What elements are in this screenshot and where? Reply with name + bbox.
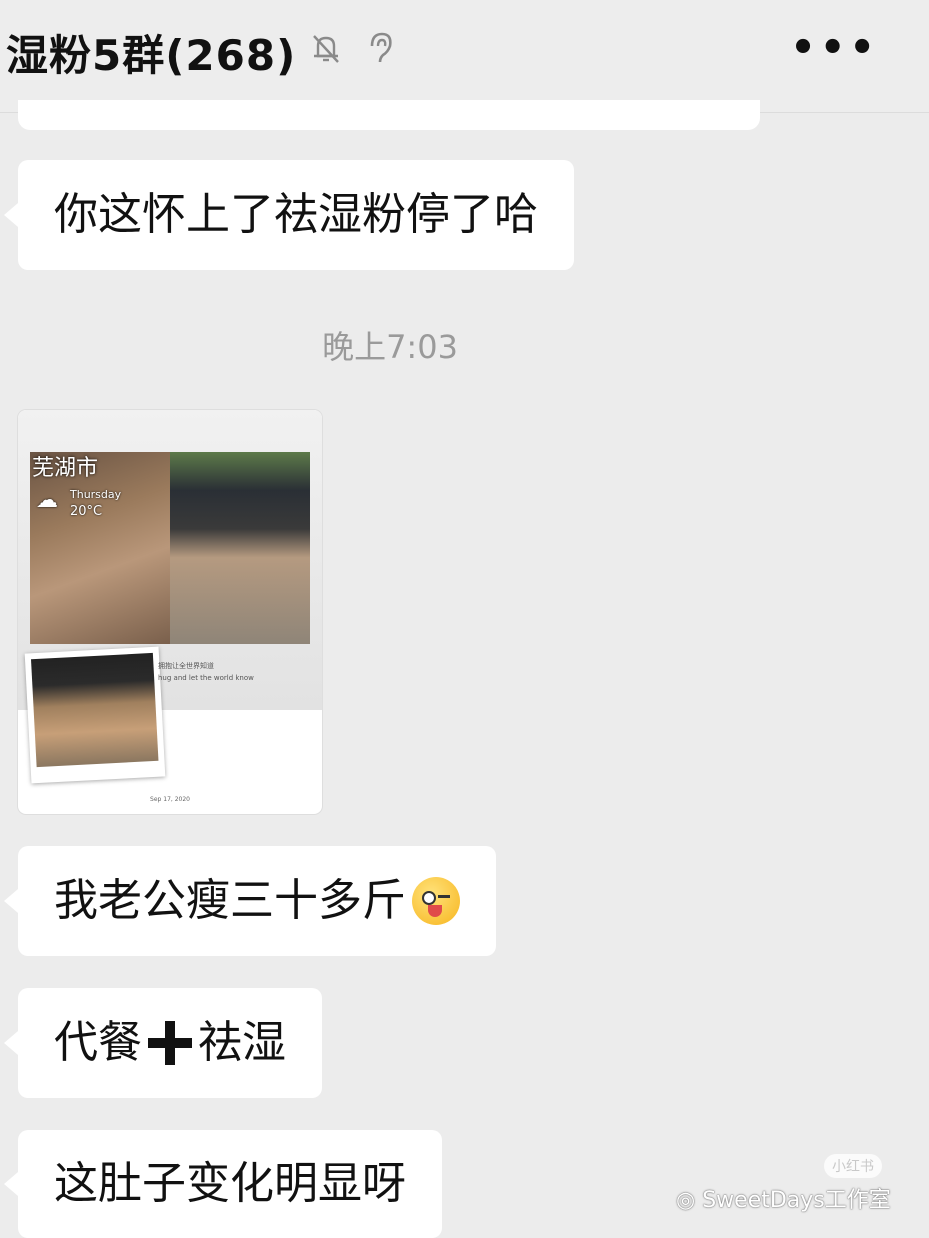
watermark-label: SweetDays工作室 — [702, 1188, 891, 1213]
watermark: ◎ SweetDays工作室 — [676, 1182, 891, 1214]
rain-cloud-icon: ☁ — [36, 488, 58, 513]
photo-weekday: Thursday — [70, 488, 122, 501]
winking-tongue-emoji — [412, 877, 460, 925]
chat-title[interactable]: 湿粉5群(268) — [6, 22, 296, 83]
photo-city-label: 芜湖市 — [32, 456, 99, 481]
wechat-icon: ◎ — [676, 1188, 703, 1213]
photo-caption-cn: 拥抱让全世界知道 — [158, 662, 214, 670]
photo-date: Sep 17, 2020 — [150, 796, 190, 803]
photo-caption: 拥抱让全世界知道 hug and let the world know — [158, 660, 254, 684]
mute-bell-icon — [313, 35, 339, 63]
image-message[interactable]: 芜湖市 ☁ Thursday 20°C 拥抱让全世界知道 hug and let… — [18, 410, 322, 814]
polaroid-photo — [24, 646, 166, 784]
photo-temperature: 20°C — [70, 504, 103, 519]
message-bubble[interactable]: 代餐 祛湿 — [4, 988, 322, 1098]
message-text: 这肚子变化明显呀 — [54, 1158, 406, 1209]
ear-icon — [370, 32, 392, 63]
plus-icon — [148, 1021, 192, 1065]
more-options-button[interactable]: ••• — [790, 28, 879, 68]
message-bubble-partial — [18, 100, 760, 130]
message-text-before: 代餐 — [54, 1017, 142, 1068]
message-text-after: 祛湿 — [198, 1017, 286, 1068]
xiaohongshu-badge: 小红书 — [824, 1154, 882, 1178]
message-text: 我老公瘦三十多斤 — [54, 875, 406, 926]
photo-caption-en: hug and let the world know — [158, 674, 254, 682]
message-text: 你这怀上了祛湿粉停了哈 — [54, 189, 538, 240]
message-timestamp: 晚上7:03 — [322, 328, 458, 366]
message-bubble[interactable]: 这肚子变化明显呀 — [4, 1130, 442, 1238]
chat-header: 湿粉5群(268) ••• — [0, 0, 929, 113]
message-bubble[interactable]: 你这怀上了祛湿粉停了哈 — [4, 160, 574, 270]
photo-after — [170, 452, 310, 644]
message-bubble[interactable]: 我老公瘦三十多斤 — [4, 846, 496, 956]
polaroid-image — [30, 652, 159, 768]
